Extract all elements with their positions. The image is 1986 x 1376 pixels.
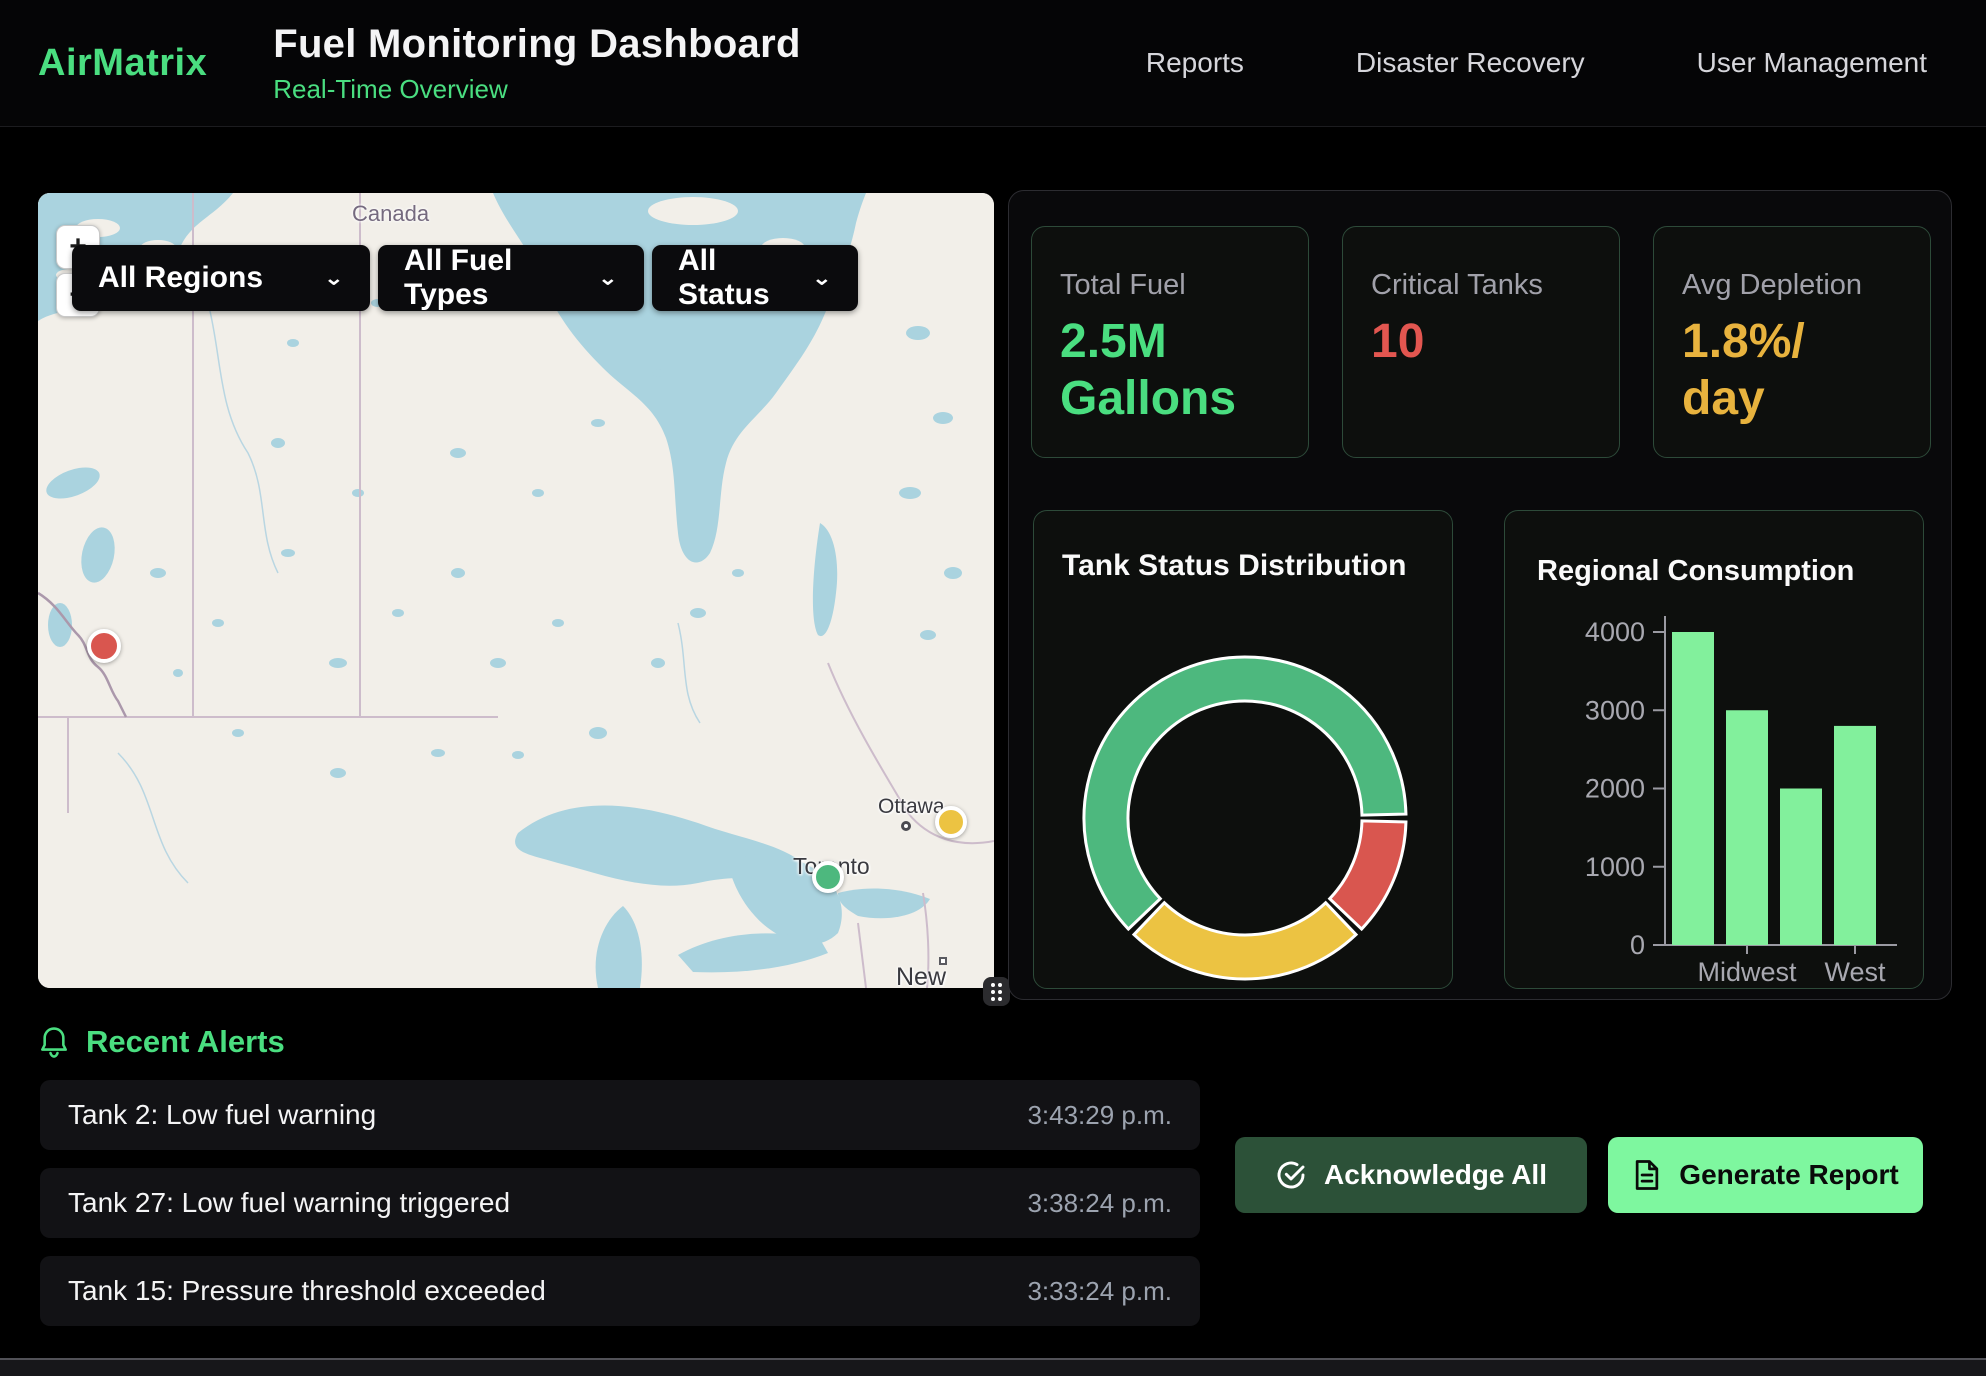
check-circle-icon (1275, 1159, 1307, 1191)
svg-text:0: 0 (1630, 930, 1645, 960)
nav-reports[interactable]: Reports (1146, 47, 1244, 79)
svg-text:1000: 1000 (1585, 852, 1645, 882)
generate-report-button[interactable]: Generate Report (1608, 1137, 1923, 1213)
map-label-ottawa: Ottawa (878, 795, 945, 819)
tank-marker-critical[interactable] (87, 629, 121, 663)
stats-row: Total Fuel 2.5M Gallons Critical Tanks 1… (1031, 226, 1931, 458)
svg-text:West: West (1824, 957, 1886, 987)
region-filter-value: All Regions (98, 261, 263, 295)
stat-label: Critical Tanks (1371, 269, 1591, 302)
nav-disaster-recovery[interactable]: Disaster Recovery (1356, 47, 1585, 79)
svg-text:2000: 2000 (1585, 774, 1645, 804)
alert-list-item[interactable]: Tank 27: Low fuel warning triggered 3:38… (40, 1168, 1200, 1238)
next-section-edge (0, 1358, 1986, 1376)
nav-user-management[interactable]: User Management (1697, 47, 1927, 79)
regional-consumption-bar-chart: 0 1000 2000 3000 4000 Midwest West (1505, 511, 1925, 990)
alert-message: Tank 27: Low fuel warning triggered (68, 1187, 510, 1219)
page-title: Fuel Monitoring Dashboard (273, 22, 800, 67)
critical-tanks-card: Critical Tanks 10 (1342, 226, 1620, 458)
map-label-new-york: New York (896, 963, 994, 988)
page-subtitle: Real-Time Overview (273, 74, 800, 105)
chevron-down-icon: ⌄ (786, 266, 832, 289)
recent-alerts-heading: Recent Alerts (40, 1024, 285, 1060)
stat-label: Avg Depletion (1682, 269, 1902, 302)
avg-depletion-value: 1.8%/​day (1682, 314, 1887, 427)
acknowledge-all-label: Acknowledge All (1324, 1159, 1547, 1191)
fuel-type-filter-dropdown[interactable]: All Fuel Types ⌄ (378, 245, 644, 311)
avg-depletion-card: Avg Depletion 1.8%/​day (1653, 226, 1931, 458)
app-header: AirMatrix Fuel Monitoring Dashboard Real… (0, 0, 1986, 127)
regional-consumption-chart-card: Regional Consumption 01000200030004000Mi… (1504, 510, 1924, 989)
acknowledge-all-button[interactable]: Acknowledge All (1235, 1137, 1587, 1213)
main-nav: Reports Disaster Recovery User Managemen… (1146, 47, 1927, 79)
map-filters: All Regions ⌄ All Fuel Types ⌄ All Statu… (72, 245, 858, 311)
tank-status-chart-card: Tank Status Distribution (1033, 510, 1453, 989)
total-fuel-card: Total Fuel 2.5M Gallons (1031, 226, 1309, 458)
chevron-down-icon: ⌄ (572, 266, 618, 289)
svg-text:3000: 3000 (1585, 695, 1645, 725)
fuel-type-filter-value: All Fuel Types (404, 244, 572, 312)
status-filter-dropdown[interactable]: All Status ⌄ (652, 245, 858, 311)
report-document-icon (1632, 1159, 1662, 1191)
status-filter-value: All Status (678, 244, 786, 312)
alert-timestamp: 3:43:29 p.m. (1027, 1100, 1172, 1131)
map-drag-handle-icon[interactable] (983, 977, 1010, 1006)
title-block: Fuel Monitoring Dashboard Real-Time Over… (273, 22, 800, 105)
brand-logo[interactable]: AirMatrix (38, 42, 207, 85)
svg-text:Midwest: Midwest (1697, 957, 1797, 987)
generate-report-label: Generate Report (1679, 1159, 1898, 1191)
region-filter-dropdown[interactable]: All Regions ⌄ (72, 245, 370, 311)
total-fuel-value: 2.5M Gallons (1060, 314, 1265, 427)
alert-timestamp: 3:38:24 p.m. (1027, 1188, 1172, 1219)
alert-list-item[interactable]: Tank 15: Pressure threshold exceeded 3:3… (40, 1256, 1200, 1326)
ottawa-city-dot (901, 821, 911, 831)
bell-icon (40, 1026, 68, 1058)
tank-status-donut-chart (1034, 511, 1454, 990)
chevron-down-icon: ⌄ (298, 266, 344, 289)
map-label-canada: Canada (352, 201, 429, 227)
alert-message: Tank 15: Pressure threshold exceeded (68, 1275, 546, 1307)
alert-list-item[interactable]: Tank 2: Low fuel warning 3:43:29 p.m. (40, 1080, 1200, 1150)
stat-label: Total Fuel (1060, 269, 1280, 302)
svg-text:4000: 4000 (1585, 617, 1645, 647)
recent-alerts-title: Recent Alerts (86, 1024, 285, 1060)
tank-marker-normal[interactable] (812, 861, 844, 893)
alert-message: Tank 2: Low fuel warning (68, 1099, 376, 1131)
alert-timestamp: 3:33:24 p.m. (1027, 1276, 1172, 1307)
overview-panel: Total Fuel 2.5M Gallons Critical Tanks 1… (1008, 190, 1952, 1000)
tank-marker-warning[interactable] (935, 806, 967, 838)
critical-tanks-value: 10 (1371, 314, 1576, 371)
map[interactable]: Canada Ottawa Toronto New York + − All R… (38, 193, 994, 988)
